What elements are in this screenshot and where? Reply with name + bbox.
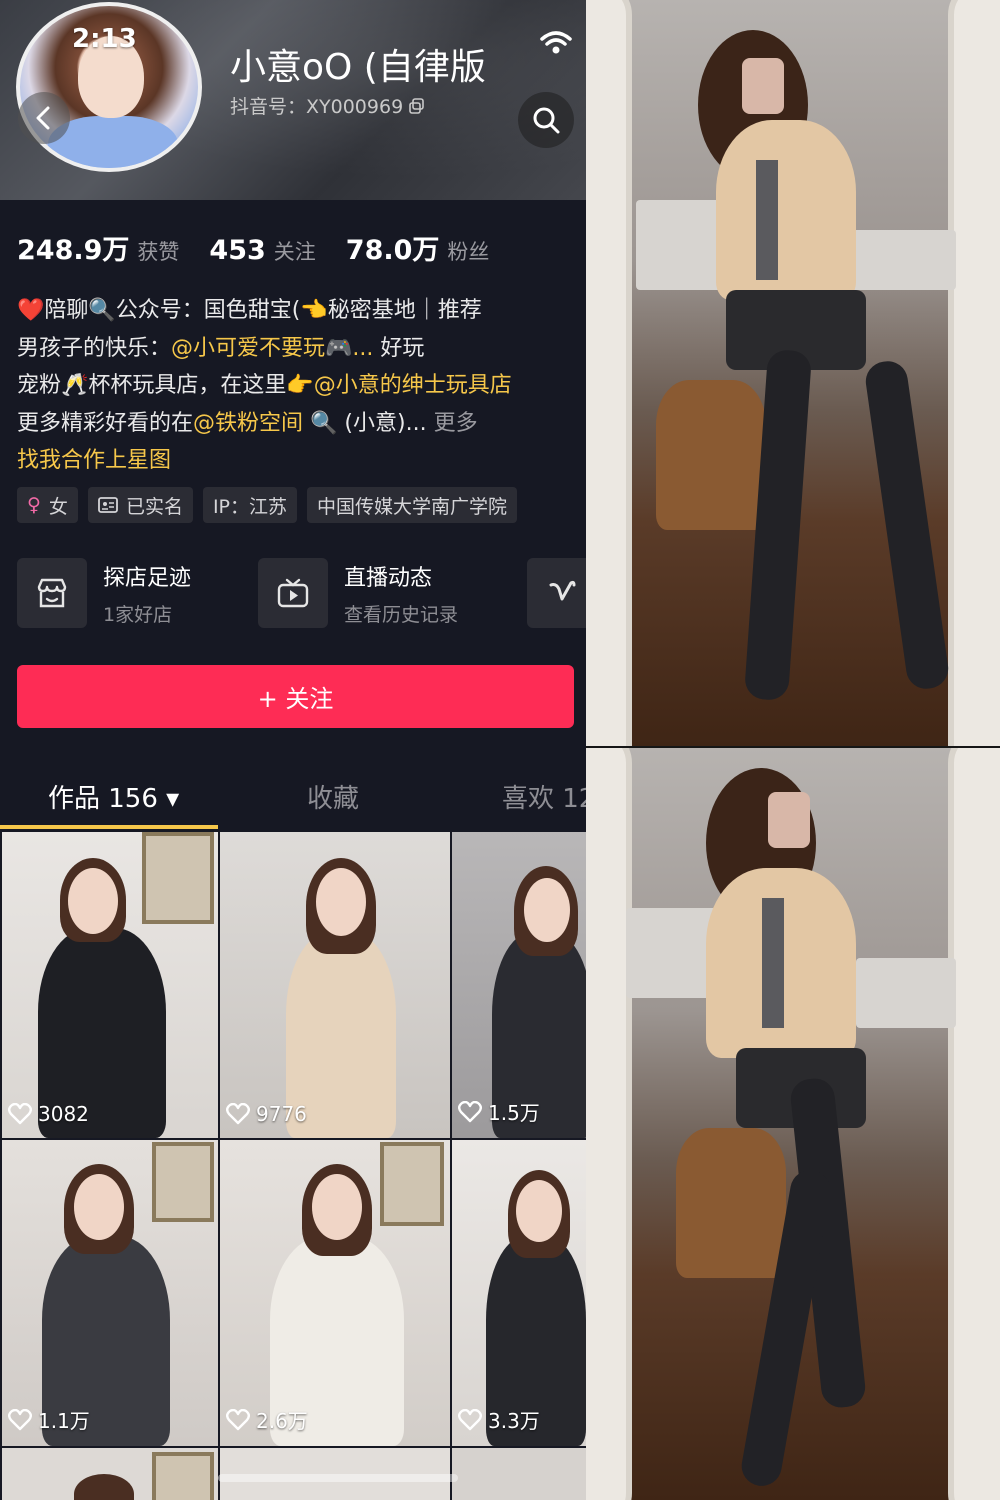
bio-text: ❤️陪聊🔍公众号：国色甜宝(👈秘密基地｜推荐 (17, 298, 482, 323)
video-thumbnail[interactable] (452, 1448, 586, 1500)
profile-tags: ♀ 女 已实名 IP：江苏 中国传媒大学南广学院 (17, 487, 518, 523)
tab-favorites[interactable]: 收藏 (307, 778, 359, 815)
follow-button[interactable]: + 关注 (17, 665, 574, 728)
wifi-icon (540, 31, 572, 54)
bio-line: 男孩子的快乐：@小可爱不要玩🎮... 好玩 (17, 330, 586, 368)
video-thumbnail[interactable]: 3.3万 (452, 1140, 586, 1446)
stat-likes[interactable]: 248.9万 获赞 (17, 228, 179, 267)
tag-label: 已实名 (125, 495, 183, 518)
heart-icon (458, 1100, 482, 1122)
bio-text: 男孩子的快乐： (17, 335, 172, 361)
status-time: 2:13 (72, 24, 137, 54)
heart-icon (8, 1103, 32, 1125)
heart-icon (226, 1103, 250, 1125)
card-subtitle: 查看历史记录 (344, 603, 459, 626)
tag-school[interactable]: 中国传媒大学南广学院 (307, 487, 518, 523)
bio-text: 宠粉🥂杯杯玩具店，在这里👉 (17, 373, 314, 398)
home-indicator (218, 1474, 458, 1482)
v-icon (549, 580, 576, 601)
stat-value: 453 (209, 235, 266, 266)
video-thumbnail[interactable]: 9776 (220, 832, 450, 1138)
likes-count: 3.3万 (458, 1405, 540, 1434)
video-thumbnail[interactable]: 3082 (2, 832, 218, 1138)
bio-line: ❤️陪聊🔍公众号：国色甜宝(👈秘密基地｜推荐 (17, 292, 586, 330)
id-card-icon (98, 497, 118, 513)
stat-value: 78.0万 (345, 235, 440, 266)
tab-works[interactable]: 作品 156 ▾ (48, 778, 179, 815)
stat-label: 关注 (273, 240, 316, 264)
account-id-text: 抖音号：XY000969 (230, 96, 404, 118)
stat-following[interactable]: 453 关注 (209, 235, 315, 266)
card-title: 直播动态 (344, 565, 433, 591)
video-thumbnail[interactable]: 1.1万 (2, 1140, 218, 1446)
card-title: 探店足迹 (103, 565, 192, 591)
video-thumbnail[interactable] (2, 1448, 218, 1500)
stat-label: 粉丝 (447, 240, 490, 264)
tag-ip: IP：江苏 (202, 487, 298, 523)
likes-count: 1.1万 (8, 1405, 90, 1434)
active-tab-indicator (0, 825, 218, 829)
photo-mirror-selfie-top (586, 0, 1000, 746)
profile-screen: 2:13 小意oO (自律版 抖音号：XY000969 248.9万 获赞 45… (0, 0, 586, 1500)
heart-icon (458, 1408, 482, 1430)
feature-cards: 探店足迹 1家好店 直播动态 查看历史记录 (17, 558, 586, 628)
bio-mention-link[interactable]: @小意的绅士玩具店 (314, 373, 512, 398)
likes-count: 2.6万 (226, 1405, 308, 1434)
likes-value: 1.5万 (488, 1101, 540, 1125)
likes-count: 1.5万 (458, 1097, 540, 1126)
search-icon (533, 107, 560, 134)
live-tv-icon (258, 558, 328, 628)
bio-mention-link[interactable]: @小可爱不要玩🎮... (171, 336, 373, 361)
tag-label: 女 (48, 495, 68, 518)
bio-more-link[interactable]: 更多 (434, 411, 478, 436)
tag-gender: ♀ 女 (17, 487, 78, 523)
likes-value: 3.3万 (488, 1409, 540, 1433)
likes-value: 2.6万 (256, 1409, 308, 1433)
likes-value: 9776 (256, 1102, 307, 1126)
card-subtitle: 1家好店 (103, 603, 173, 626)
likes-count: 3082 (8, 1102, 89, 1126)
tag-verified: 已实名 (87, 487, 193, 523)
video-grid: 3082 9776 1.5万 1.1万 2.6万 3.3万 (0, 832, 586, 1500)
card-store-visits[interactable]: 探店足迹 1家好店 (17, 558, 258, 628)
tab-likes[interactable]: 喜欢 12 (502, 778, 586, 815)
card-live-history[interactable]: 直播动态 查看历史记录 (258, 558, 499, 628)
photo-mirror-selfie-bottom (586, 748, 1000, 1500)
star-map-link[interactable]: 找我合作上星图 (17, 448, 171, 473)
video-thumbnail[interactable]: 2.6万 (220, 1140, 450, 1446)
stat-label: 获赞 (137, 240, 180, 264)
bio-text: 更多精彩好看的在 (17, 410, 194, 436)
content-tabs: 作品 156 ▾ 收藏 喜欢 12 (0, 768, 586, 830)
profile-stats: 248.9万 获赞 453 关注 78.0万 粉丝 (17, 228, 489, 267)
bio-line: 宠粉🥂杯杯玩具店，在这里👉@小意的绅士玩具店 (17, 367, 586, 405)
bio-line: 找我合作上星图 (17, 442, 586, 480)
copy-icon[interactable] (409, 97, 425, 114)
card-more[interactable] (527, 558, 586, 628)
video-thumbnail[interactable]: 1.5万 (452, 832, 586, 1138)
search-button[interactable] (518, 92, 574, 148)
tag-label: IP：江苏 (212, 495, 288, 518)
store-icon (17, 558, 87, 628)
account-id: 抖音号：XY000969 (230, 92, 425, 119)
stat-followers[interactable]: 78.0万 粉丝 (346, 228, 490, 267)
likes-value: 3082 (38, 1102, 89, 1126)
bio-line: 更多精彩好看的在@铁粉空间 🔍 (小意)... 更多 (17, 405, 586, 443)
heart-icon (226, 1408, 250, 1430)
likes-value: 1.1万 (38, 1409, 90, 1433)
chevron-left-icon (36, 106, 50, 130)
bio-mention-link[interactable]: @铁粉空间 (193, 411, 303, 436)
back-button[interactable] (18, 92, 70, 144)
stat-value: 248.9万 (17, 235, 130, 266)
heart-icon (8, 1408, 32, 1430)
female-icon: ♀ (27, 494, 41, 516)
bio-text: 🔍 (小意)... (303, 410, 427, 436)
profile-name: 小意oO (自律版 (230, 47, 486, 88)
tag-label: 中国传媒大学南广学院 (317, 495, 508, 518)
profile-bio: ❤️陪聊🔍公众号：国色甜宝(👈秘密基地｜推荐 男孩子的快乐：@小可爱不要玩🎮..… (17, 292, 586, 480)
bio-text: 好玩 (373, 335, 425, 361)
likes-count: 9776 (226, 1102, 307, 1126)
